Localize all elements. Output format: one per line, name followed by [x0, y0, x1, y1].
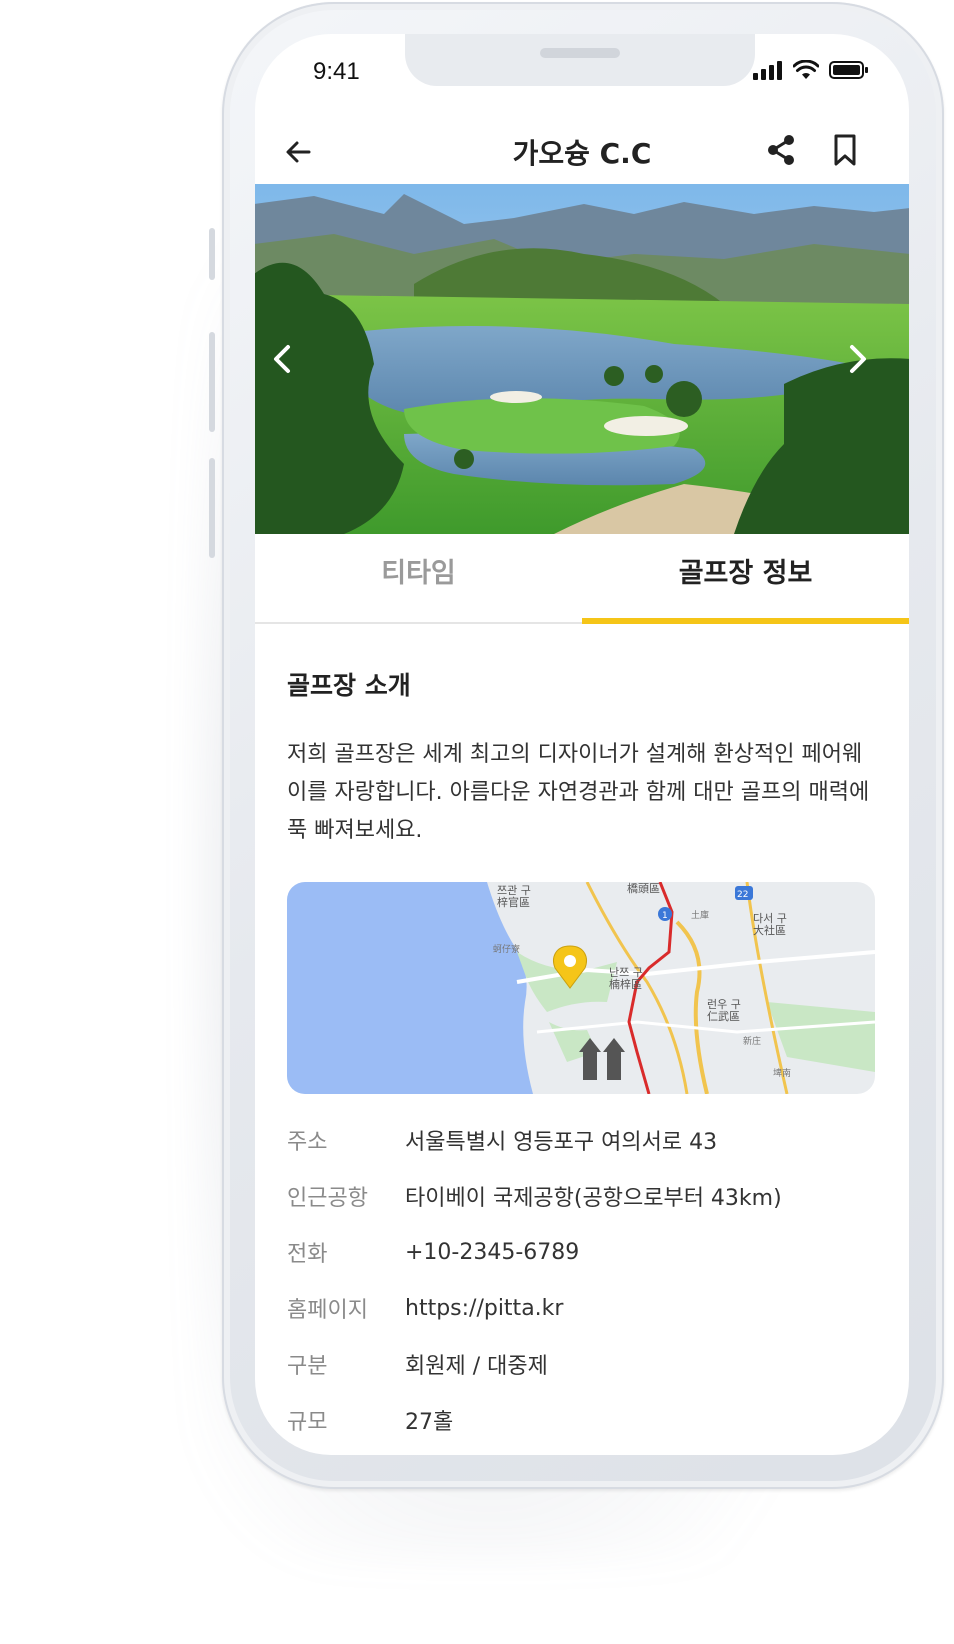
intro-text: 저희 골프장은 세계 최고의 디자이너가 설계해 환상적인 페어웨이를 자랑합니… [287, 742, 870, 843]
battery-icon [829, 61, 868, 79]
section-title: 골프장 소개 [287, 671, 411, 700]
map-label: 楠梓區 [609, 977, 642, 991]
tab-course-info[interactable]: 골프장 정보 [582, 534, 909, 624]
app-header: 가오슝 C.C [255, 114, 909, 194]
map-label: 大社區 [753, 923, 786, 937]
info-row-airport: 인근공항 타이베이 국제공항(공항으로부터 43km) [287, 1168, 887, 1224]
info-label: 홈페이지 [287, 1298, 368, 1323]
chevron-left-icon[interactable] [266, 339, 302, 379]
side-button-volume-down [209, 458, 215, 558]
map-label: 土庫 [691, 909, 709, 921]
info-value: 서울특별시 영등포구 여의서로 43 [405, 1130, 718, 1155]
info-row-homepage: 홈페이지 https://pitta.kr [287, 1280, 887, 1336]
tab-bar: 티타임 골프장 정보 [255, 534, 909, 624]
share-icon [768, 135, 794, 165]
bookmark-icon [834, 134, 856, 166]
bookmark-button[interactable] [825, 130, 865, 170]
info-row-type: 구분 회원제 / 대중제 [287, 1336, 887, 1392]
signal-icon [753, 61, 782, 80]
info-value: 회원제 / 대중제 [405, 1354, 548, 1379]
status-time: 9:41 [313, 58, 360, 85]
active-tab-indicator [582, 618, 909, 624]
side-button-volume-up [209, 332, 215, 432]
map-label: 1 [662, 911, 668, 921]
info-label: 규모 [287, 1410, 328, 1435]
map-label: 新庄 [743, 1035, 761, 1047]
app-screen: 9:41 가오슝 C.C 티타임 골프장 정보 골프장 소개 저희 골프장은 세… [255, 34, 909, 1455]
share-button[interactable] [761, 130, 801, 170]
phone-link[interactable]: +10-2345-6789 [405, 1240, 579, 1265]
map-label: 22 [737, 890, 748, 900]
status-icons [753, 60, 869, 80]
map-label: 蚵仔寮 [493, 943, 520, 955]
page-title: 가오슝 C.C [512, 137, 652, 170]
info-label: 전화 [287, 1242, 328, 1267]
info-row-phone: 전화 +10-2345-6789 [287, 1224, 887, 1280]
map-label: 梓官區 [497, 895, 530, 909]
speaker [540, 48, 620, 58]
side-button-mute [209, 228, 215, 280]
info-row-address: 주소 서울특별시 영등포구 여의서로 43 [287, 1112, 887, 1168]
info-label: 주소 [287, 1130, 328, 1155]
map-label: 橋頭區 [627, 882, 660, 895]
map-image: 쯔관 구 梓官區 橋頭區 22 1 다서 구 大社區 난쯔 구 楠梓區 런우 구… [287, 882, 875, 1094]
notch [405, 34, 755, 86]
info-row-size: 규모 27홀 [287, 1392, 887, 1448]
info-value: 27홀 [405, 1410, 454, 1435]
chevron-right-icon[interactable] [838, 339, 874, 379]
map-label: 仁武區 [707, 1010, 740, 1023]
tab-tee-time[interactable]: 티타임 [255, 534, 582, 624]
info-value: 타이베이 국제공항(공항으로부터 43km) [405, 1186, 782, 1211]
location-map[interactable]: 쯔관 구 梓官區 橋頭區 22 1 다서 구 大社區 난쯔 구 楠梓區 런우 구… [287, 882, 875, 1094]
info-label: 인근공항 [287, 1186, 368, 1211]
golf-course-photo [255, 184, 909, 534]
map-label: 埤南 [773, 1067, 791, 1079]
course-info-list: 주소 서울특별시 영등포구 여의서로 43 인근공항 타이베이 국제공항(공항으… [287, 1112, 887, 1448]
info-label: 구분 [287, 1354, 328, 1379]
homepage-link[interactable]: https://pitta.kr [405, 1296, 563, 1321]
wifi-icon [793, 60, 819, 79]
golf-course-image [255, 184, 909, 534]
